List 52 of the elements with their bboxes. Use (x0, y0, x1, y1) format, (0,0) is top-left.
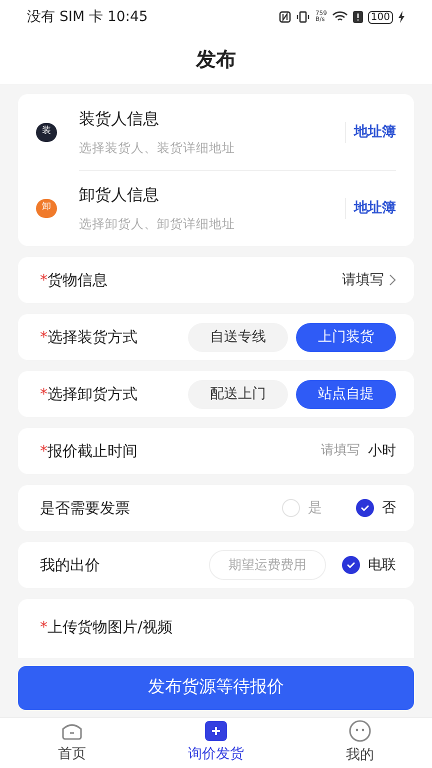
required-mark: * (40, 440, 48, 462)
party-title: 装货人信息 (79, 108, 160, 130)
radio-button[interactable] (282, 499, 300, 517)
charging-icon (398, 11, 405, 23)
required-mark: * (40, 384, 48, 405)
field-label: 是否需要发票 (40, 498, 130, 519)
battery-indicator: 100 (368, 10, 393, 24)
option-label: 否 (382, 498, 396, 518)
field-label: 选择装货方式 (48, 326, 138, 348)
required-mark: * (40, 617, 48, 638)
alert-icon (352, 11, 363, 23)
radio-button[interactable] (356, 499, 374, 517)
check-icon (360, 503, 370, 513)
nav-tab[interactable]: 首页 (0, 718, 144, 768)
nav-tab[interactable]: 我的 (288, 718, 432, 768)
price-field[interactable]: 期望运费费用 (209, 550, 326, 580)
address-book-link[interactable]: 地址簿 (345, 198, 396, 219)
party-badge: 装 (36, 122, 57, 142)
page-title: 发布 (196, 46, 236, 73)
required-mark: * (40, 326, 48, 348)
check-icon (346, 560, 356, 570)
field-label: 选择卸货方式 (48, 384, 138, 405)
address-book-link[interactable]: 地址簿 (345, 122, 396, 142)
option-pill[interactable]: 站点自提 (296, 380, 396, 408)
unit-label: 小时 (368, 442, 396, 460)
party-hint: 选择装货人、装货详细地址 (79, 138, 236, 157)
option-pill[interactable]: 配送上门 (188, 380, 288, 408)
goods-info-link[interactable]: 请填写 (342, 270, 396, 290)
party-hint: 选择卸货人、卸货详细地址 (79, 215, 236, 234)
party-title: 卸货人信息 (79, 184, 160, 206)
required-mark: * (40, 270, 48, 291)
option-pill[interactable]: 上门装货 (296, 322, 396, 352)
chevron-right-icon (388, 274, 396, 286)
submit-button[interactable]: 发布货源等待报价 (18, 666, 414, 710)
field-label: 报价截止时间 (48, 440, 138, 462)
field-label: 我的出价 (40, 554, 100, 576)
party-badge: 卸 (36, 198, 57, 218)
hours-field[interactable]: 请填写 (312, 441, 360, 461)
nav-tab[interactable]: 询价发货 (144, 718, 288, 768)
face-icon (348, 720, 372, 742)
checkbox[interactable] (342, 556, 360, 574)
option-pill[interactable]: 自送专线 (188, 322, 288, 352)
option-label: 是 (308, 498, 322, 518)
home-icon (60, 721, 84, 741)
wifi-icon (332, 11, 348, 23)
field-label: 货物信息 (48, 270, 108, 291)
option-label: 电联 (368, 556, 396, 574)
field-label: 上传货物图片/视频 (48, 617, 173, 638)
nfc-icon (279, 11, 292, 23)
vibrate-icon (296, 11, 310, 23)
status-text: 没有 SIM 卡 10:45 (27, 8, 148, 26)
plus-icon (204, 721, 228, 741)
